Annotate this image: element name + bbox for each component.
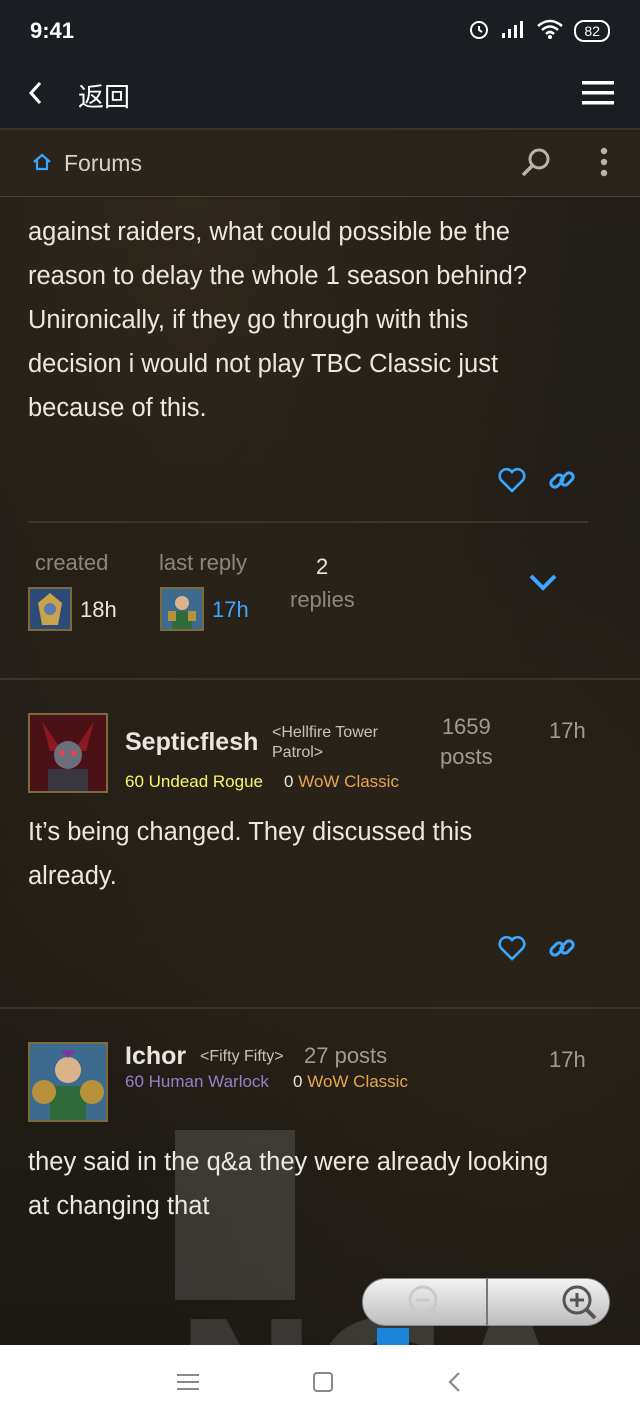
guild-line: <Hellfire Tower — [272, 724, 378, 741]
achievement-points: 0 — [284, 772, 294, 791]
more-options-icon[interactable] — [600, 147, 608, 181]
post-time[interactable]: 17h — [549, 1047, 586, 1073]
home-nav-icon[interactable] — [312, 1371, 334, 1397]
back-chevron-icon[interactable] — [26, 80, 44, 110]
share-link-icon[interactable] — [548, 466, 576, 498]
post-count: 1659 posts — [440, 712, 493, 772]
post-line: decision i would not play TBC Classic ju… — [28, 350, 499, 378]
status-icons: 82 — [468, 18, 610, 45]
replies-count: 2 — [316, 554, 329, 579]
post-line: because of this. — [28, 394, 207, 422]
post-line: It’s being changed. They discussed this — [28, 818, 473, 846]
post-line: Unironically, if they go through with th… — [28, 306, 469, 334]
share-link-icon[interactable] — [548, 934, 576, 966]
post-count-number: 1659 — [441, 714, 491, 739]
post-time[interactable]: 17h — [549, 718, 586, 744]
alarm-icon — [468, 18, 490, 45]
back-button[interactable]: 返回 — [78, 77, 130, 114]
menu-icon[interactable] — [582, 80, 614, 110]
game-name: WoW Classic — [307, 1072, 408, 1091]
character-class: 60 Human Warlock — [125, 1072, 269, 1091]
post-count-label: posts — [440, 744, 493, 769]
author-name[interactable]: Septicflesh — [125, 728, 258, 757]
scroll-indicator — [377, 1328, 409, 1345]
recent-apps-icon[interactable] — [176, 1373, 199, 1395]
status-time: 9:41 — [30, 18, 75, 43]
battery-indicator: 82 — [574, 20, 610, 42]
divider — [0, 1007, 640, 1009]
zoom-control — [362, 1278, 610, 1326]
like-heart-icon[interactable] — [498, 467, 526, 497]
search-icon[interactable] — [520, 146, 552, 182]
post-line: they said in the q&a they were already l… — [28, 1148, 549, 1176]
author-avatar[interactable] — [28, 713, 108, 793]
post-body: It’s being changed. They discussed this … — [28, 810, 613, 898]
post-actions — [498, 934, 576, 966]
forum-nav-bar: Forums — [0, 131, 640, 197]
author-name[interactable]: Ichor — [125, 1042, 186, 1071]
expand-chevron-icon[interactable] — [528, 573, 558, 597]
created-time: 18h — [80, 597, 117, 622]
last-reply-label: last reply — [159, 550, 248, 575]
game-label: 0 WoW Classic — [284, 772, 399, 792]
app-bar: 返回 — [0, 62, 640, 130]
system-nav-bar — [0, 1345, 640, 1422]
status-bar: 9:41 82 — [0, 0, 640, 62]
avatar-creator[interactable] — [28, 587, 72, 631]
post-line: at changing that — [28, 1192, 210, 1220]
like-heart-icon[interactable] — [498, 935, 526, 965]
guild-name: <Hellfire Tower Patrol> — [272, 723, 378, 763]
zoom-out-button[interactable] — [363, 1279, 486, 1325]
divider — [0, 678, 640, 680]
forums-link[interactable]: Forums — [64, 150, 142, 177]
back-nav-icon[interactable] — [447, 1371, 463, 1397]
created-label: created — [35, 550, 109, 575]
game-label: 0 WoW Classic — [293, 1072, 408, 1092]
signal-icon — [500, 19, 526, 44]
post-body: against raiders, what could possible be … — [28, 210, 613, 430]
avatar-last-reply[interactable] — [160, 587, 204, 631]
guild-line: Patrol> — [272, 744, 324, 761]
replies-label: replies — [290, 587, 355, 612]
character-class: 60 Undead Rogue — [125, 772, 264, 791]
zoom-in-button[interactable] — [486, 1279, 609, 1325]
post-line: already. — [28, 862, 117, 890]
wifi-icon — [536, 18, 564, 45]
post-line: reason to delay the whole 1 season behin… — [28, 262, 528, 290]
post-count: 27 posts — [304, 1043, 388, 1068]
divider — [28, 521, 588, 523]
achievement-points: 0 — [293, 1072, 303, 1091]
guild-name: <Fifty Fifty> — [200, 1048, 284, 1065]
home-icon[interactable] — [32, 153, 52, 175]
post-body: they said in the q&a they were already l… — [28, 1140, 613, 1228]
last-reply-time[interactable]: 17h — [212, 597, 249, 623]
author-avatar[interactable] — [28, 1042, 108, 1122]
post-actions — [498, 466, 576, 498]
game-name: WoW Classic — [298, 772, 399, 791]
post-line: against raiders, what could possible be … — [28, 218, 510, 246]
